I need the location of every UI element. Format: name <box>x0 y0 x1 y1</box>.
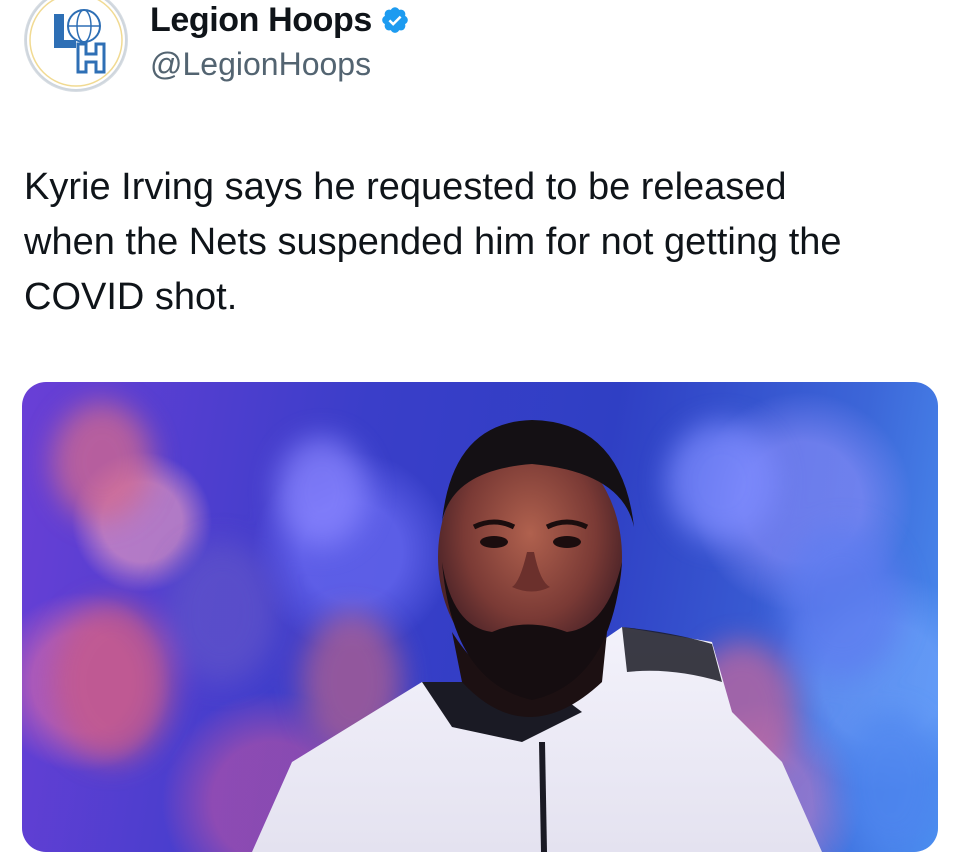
legion-hoops-logo-icon <box>25 0 127 91</box>
author-block: Legion Hoops @LegionHoops <box>150 0 410 86</box>
display-name-row: Legion Hoops <box>150 0 410 40</box>
tweet-photo[interactable] <box>22 382 938 852</box>
author-handle[interactable]: @LegionHoops <box>150 42 410 86</box>
tweet-header: Legion Hoops @LegionHoops <box>0 0 960 110</box>
tweet-text: Kyrie Irving says he requested to be rel… <box>24 166 842 318</box>
verified-badge-icon <box>380 5 410 35</box>
player-photo-illustration <box>52 402 938 852</box>
author-display-name[interactable]: Legion Hoops <box>150 0 372 40</box>
author-avatar[interactable] <box>24 0 128 92</box>
